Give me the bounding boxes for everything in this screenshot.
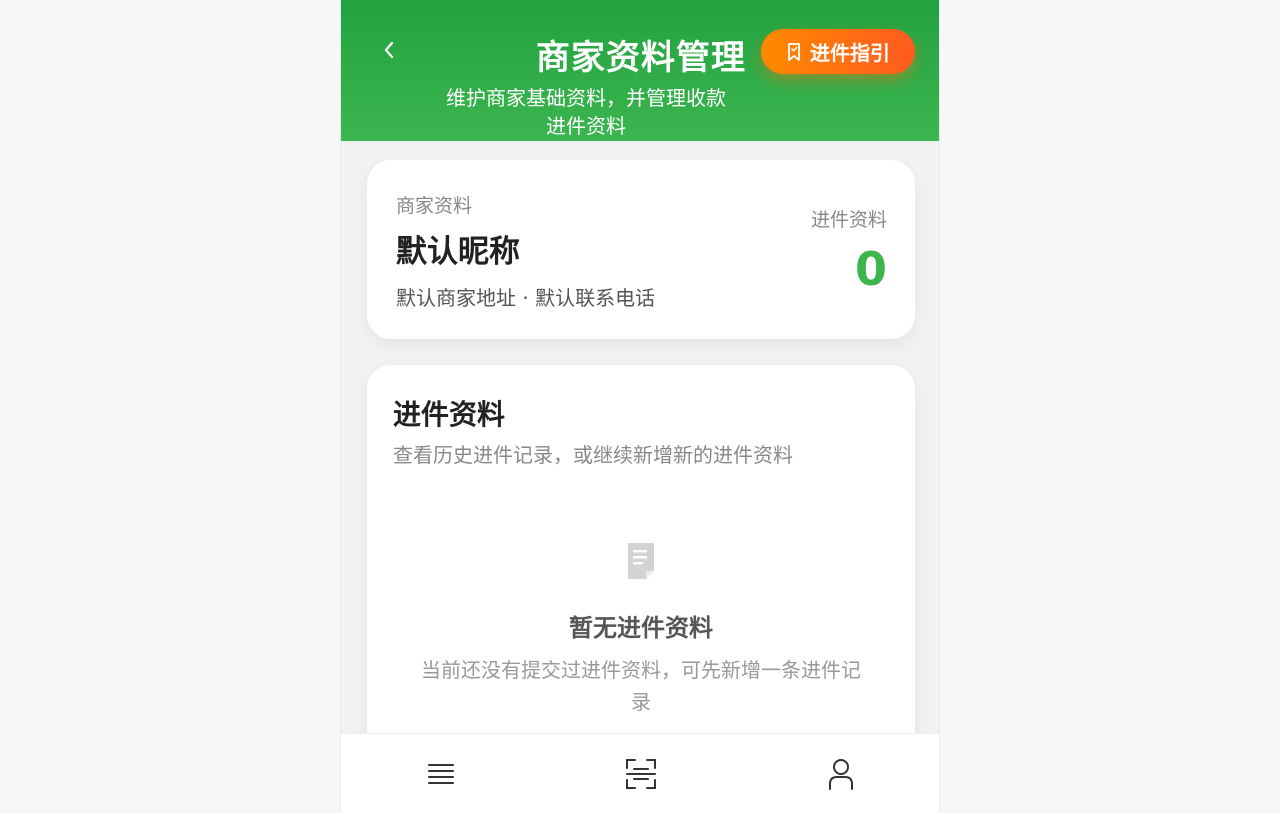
guide-button[interactable]: 进件指引 <box>761 29 915 74</box>
bookmark-icon <box>788 42 800 61</box>
records-title: 进件资料 <box>393 398 506 431</box>
user-icon <box>829 759 853 790</box>
document-icon <box>628 543 654 579</box>
records-count-label: 进件资料 <box>810 209 887 231</box>
tab-profile[interactable] <box>741 734 939 813</box>
menu-list-icon <box>428 764 454 784</box>
records-description: 查看历史进件记录，或继续新增新的进件资料 <box>393 443 793 467</box>
bottom-tab-bar <box>341 733 939 813</box>
empty-state-title: 暂无进件资料 <box>569 614 713 642</box>
guide-button-label: 进件指引 <box>810 41 890 65</box>
merchant-address: 默认商家地址 · 默认联系电话 <box>396 286 656 310</box>
page-header: 商家资料管理 维护商家基础资料，并管理收款进件资料 进件指引 <box>341 0 939 141</box>
tab-scan[interactable] <box>541 734 741 813</box>
empty-state-description: 当前还没有提交过进件资料，可先新增一条进件记录 <box>421 658 861 714</box>
records-count: 0 <box>854 242 887 296</box>
tab-list[interactable] <box>341 734 541 813</box>
merchant-name: 默认昵称 <box>396 234 520 270</box>
merchant-info-card[interactable]: 商家资料 默认昵称 默认商家地址 · 默认联系电话 进件资料 0 <box>367 160 915 339</box>
scan-icon <box>626 759 656 789</box>
merchant-section-label: 商家资料 <box>396 195 473 217</box>
phone-screen: 商家资料管理 维护商家基础资料，并管理收款进件资料 进件指引 商家资料 默认昵称… <box>340 0 940 813</box>
page-subtitle: 维护商家基础资料，并管理收款进件资料 <box>446 86 726 138</box>
